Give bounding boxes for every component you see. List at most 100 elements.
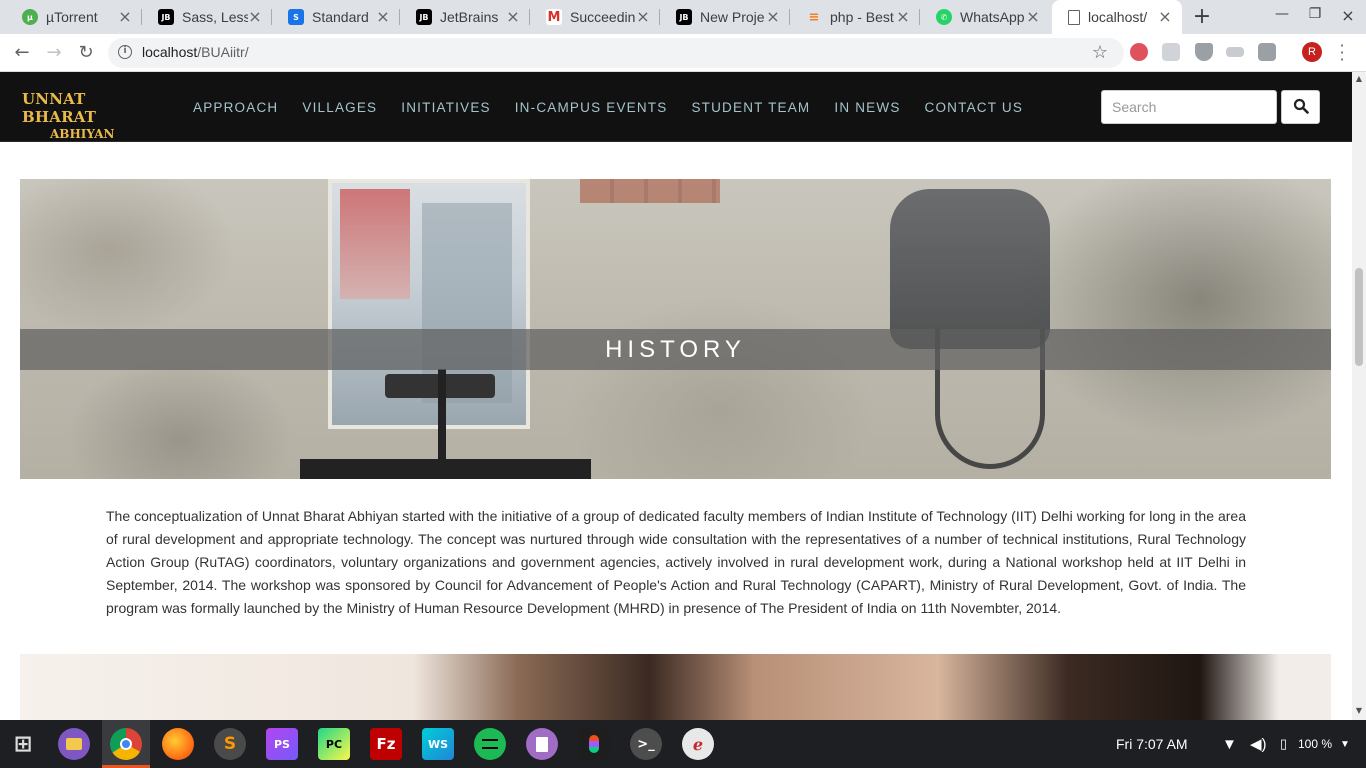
app-grid-icon[interactable]: ⊞ [8,729,38,759]
files-icon[interactable] [58,728,90,760]
tab-standard[interactable]: S Standard × [272,0,400,34]
scroll-up-icon[interactable]: ▲ [1352,74,1366,83]
scrollbar-thumb[interactable] [1355,268,1363,366]
utorrent-icon: µ [22,9,38,25]
filezilla-icon[interactable]: Fz [370,728,402,760]
text-editor-icon[interactable] [526,728,558,760]
terminal-icon[interactable]: >_ [630,728,662,760]
tab-title: Standard [312,9,369,25]
tab-title: Succeedin [570,9,636,25]
tab-title: µTorrent [46,9,98,25]
address-bar[interactable]: i localhost/BUAiitr/ ☆ [108,38,1124,68]
volume-icon[interactable]: ◀) [1250,720,1267,768]
profile-avatar[interactable]: R [1302,42,1322,62]
search-icon [1293,98,1309,114]
shield-extension-icon[interactable] [1195,43,1213,61]
close-icon[interactable]: × [636,9,650,25]
tab-title: php - Best [830,9,894,25]
battery-percent: 100 % [1298,737,1333,751]
close-icon[interactable]: × [1158,9,1172,25]
search-button[interactable] [1281,90,1320,124]
logo-line-1: UNNAT BHARAT [22,90,97,126]
document-viewer-icon[interactable]: ℯ [682,728,714,760]
close-icon[interactable]: × [248,9,262,25]
close-window-icon[interactable]: × [1336,6,1360,25]
history-paragraph: The conceptualization of Unnat Bharat Ab… [106,508,1246,616]
tab-title: JetBrains [440,9,499,25]
banner-mirror-sign [340,189,410,299]
browser-tab-strip: µ µTorrent × JB Sass, Less × S Standard … [0,0,1366,34]
chrome-icon[interactable] [110,728,142,760]
main-nav: APPROACH VILLAGES INITIATIVES IN-CAMPUS … [181,72,1035,142]
nav-initiatives[interactable]: INITIATIVES [389,100,502,115]
page-scrollbar[interactable]: ▲ ▼ [1352,72,1366,720]
webstorm-icon[interactable]: WS [422,728,454,760]
camera-extension-icon[interactable] [1258,43,1276,61]
tab-sass-less[interactable]: JB Sass, Less × [142,0,272,34]
site-logo[interactable]: UNNAT BHARAT ABHIYAN [22,90,138,141]
tab-jetbrains[interactable]: JB JetBrains × [400,0,530,34]
site-header: UNNAT BHARAT ABHIYAN APPROACH VILLAGES I… [0,72,1352,142]
nav-in-campus-events[interactable]: IN-CAMPUS EVENTS [503,100,680,115]
search-input[interactable] [1101,90,1277,124]
reload-icon[interactable]: ↻ [74,41,98,65]
url-text[interactable]: localhost/BUAiitr/ [142,44,249,60]
url-path: /BUAiitr/ [197,44,249,60]
stylelint-icon: S [288,9,304,25]
close-icon[interactable]: × [376,9,390,25]
restore-icon[interactable]: ❐ [1303,6,1327,22]
nav-student-team[interactable]: STUDENT TEAM [679,100,822,115]
whatsapp-icon: ✆ [936,9,952,25]
tab-new-project[interactable]: JB New Proje × [660,0,790,34]
battery-icon[interactable]: ▯ [1280,720,1287,768]
jetbrains-icon: JB [158,9,174,25]
sublime-text-icon[interactable]: S [214,728,246,760]
browser-toolbar: ← → ↻ i localhost/BUAiitr/ ☆ R · · · [0,34,1366,72]
nav-villages[interactable]: VILLAGES [290,100,389,115]
firefox-icon[interactable] [162,728,194,760]
site-info-icon[interactable]: i [118,45,132,59]
bookmark-star-icon[interactable]: ☆ [1092,42,1108,63]
jetbrains-icon: JB [416,9,432,25]
tab-localhost[interactable]: localhost/ × [1052,0,1182,34]
phpstorm-icon[interactable]: PS [266,728,298,760]
jetbrains-icon: JB [676,9,692,25]
tab-stackoverflow[interactable]: ≡ php - Best × [790,0,920,34]
banner-mirror-building [422,203,512,403]
spotify-icon[interactable] [474,728,506,760]
scroll-down-icon[interactable]: ▼ [1352,706,1366,715]
system-menu-icon[interactable]: ▼ [1340,720,1350,768]
tab-gmail[interactable]: M Succeedin × [530,0,660,34]
extension-icon[interactable] [1162,43,1180,61]
new-tab-button[interactable]: + [1189,5,1215,29]
forward-icon[interactable]: → [42,41,66,65]
gmail-icon: M [546,9,562,25]
close-icon[interactable]: × [896,9,910,25]
back-icon[interactable]: ← [10,41,34,65]
banner-shelf [300,459,591,479]
tab-title: Sass, Less [182,9,248,25]
nav-contact-us[interactable]: CONTACT US [913,100,1036,115]
tab-whatsapp[interactable]: ✆ WhatsApp × [920,0,1050,34]
close-icon[interactable]: × [118,9,132,25]
tab-utorrent[interactable]: µ µTorrent × [6,0,142,34]
figma-icon[interactable] [578,728,610,760]
logo-line-2: ABHIYAN [50,127,115,141]
history-banner-image: HISTORY [20,179,1331,479]
minimize-icon[interactable]: — [1270,6,1294,22]
nav-approach[interactable]: APPROACH [181,100,290,115]
pycharm-icon[interactable]: PC [318,728,350,760]
ublock-extension-icon[interactable] [1130,43,1148,61]
os-taskbar: ⊞ S PS PC Fz WS >_ ℯ Fri 7:07 AM ▼ ◀) ▯ … [0,720,1366,768]
banner-bag [890,189,1050,349]
close-icon[interactable]: × [506,9,520,25]
close-icon[interactable]: × [766,9,780,25]
clock[interactable]: Fri 7:07 AM [1116,720,1188,768]
banner-title-band: HISTORY [20,329,1331,370]
page-icon [1068,9,1080,25]
chrome-menu-icon[interactable]: · · · [1336,38,1348,68]
extension-icon[interactable] [1226,47,1244,57]
close-icon[interactable]: × [1026,9,1040,25]
nav-in-news[interactable]: IN NEWS [822,100,912,115]
wifi-icon[interactable]: ▼ [1222,720,1237,768]
